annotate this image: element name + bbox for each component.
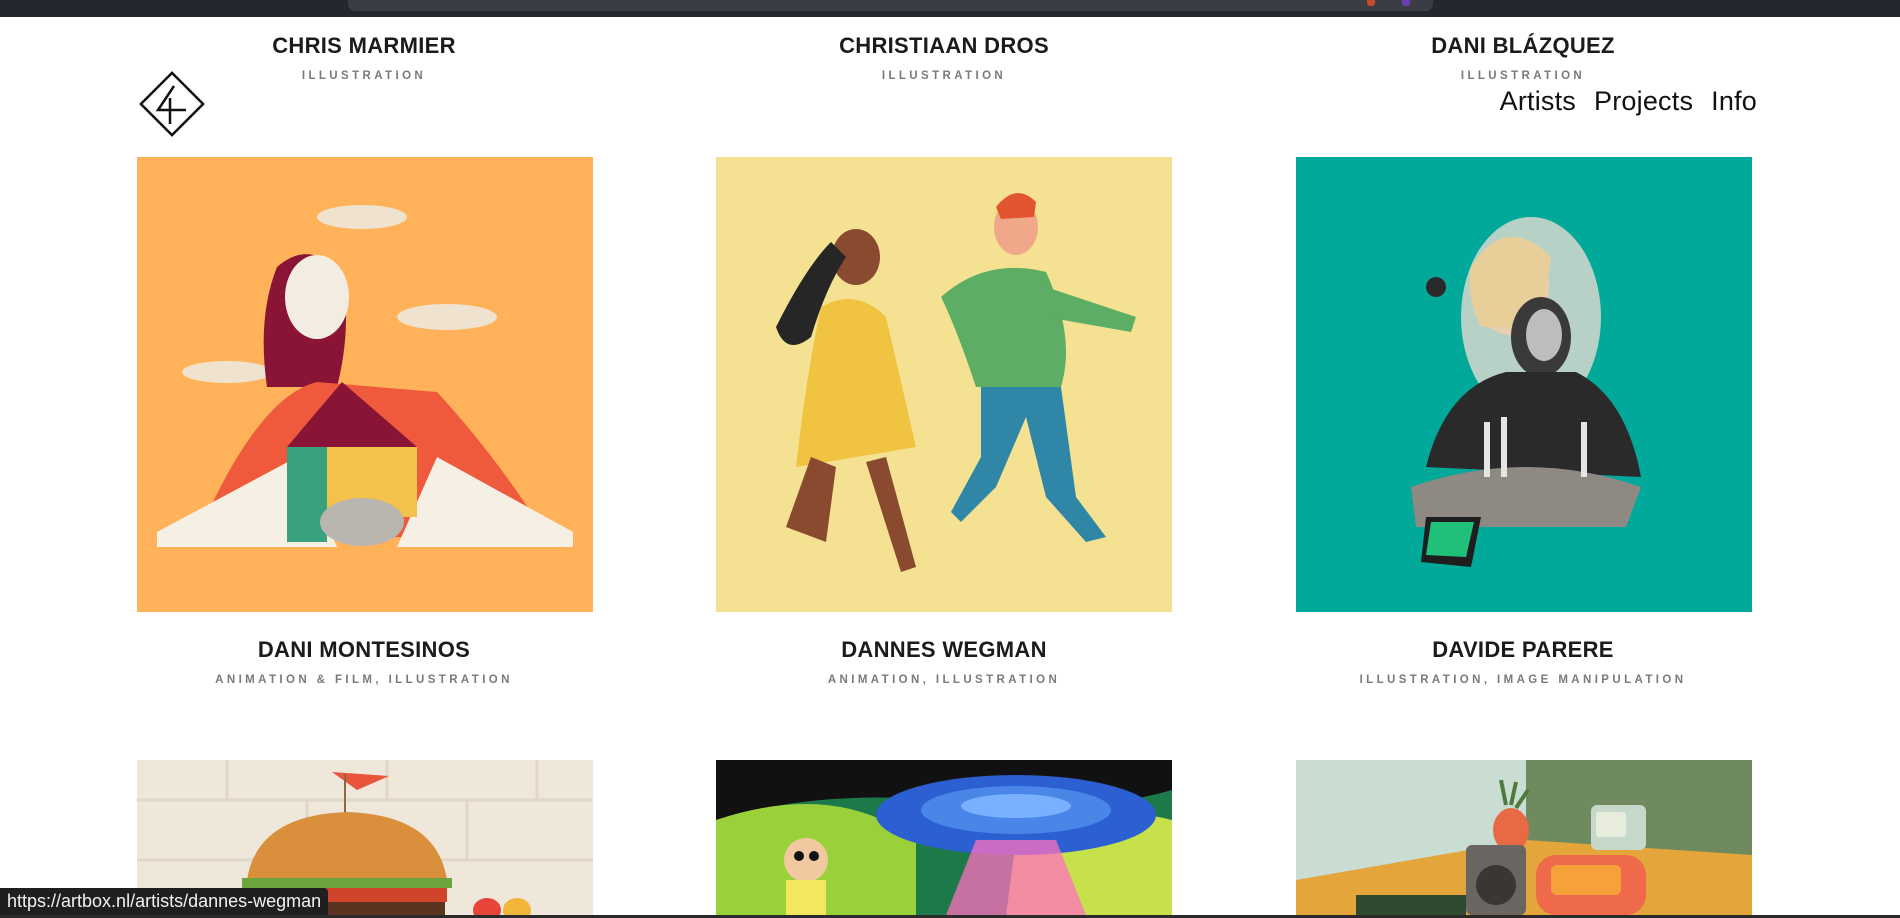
nav-info[interactable]: Info [1711,86,1757,117]
illustration-radio-room [1296,760,1752,915]
address-bar[interactable] [348,0,1433,11]
artist-caption[interactable]: DAVIDE PARERE ILLUSTRATION, IMAGE MANIPU… [1295,637,1751,686]
artist-disciplines: ILLUSTRATION [881,70,1007,82]
artist-caption[interactable]: DANI MONTESINOS ANIMATION & FILM, ILLUST… [136,637,592,686]
browser-top-bar [0,0,1900,17]
artist-name[interactable]: DAVIDE PARERE [1295,637,1751,663]
extension-icon[interactable] [1402,0,1410,6]
link-status-bar: https://artbox.nl/artists/dannes-wegman [0,888,329,915]
illustration-woman-with-house [137,157,593,612]
illustration-ufo [716,760,1172,915]
artist-name[interactable]: DANI MONTESINOS [136,637,592,663]
extension-icon[interactable] [1367,0,1375,6]
nav-artists[interactable]: Artists [1500,86,1576,117]
artist-artwork-next-3[interactable] [1296,760,1752,915]
nav-projects[interactable]: Projects [1594,86,1693,117]
artist-caption[interactable]: DANNES WEGMAN ANIMATION, ILLUSTRATION [716,637,1172,686]
artist-disciplines: ANIMATION & FILM, ILLUSTRATION [215,674,513,686]
artist-artwork-next-2[interactable] [716,760,1172,915]
artist-disciplines: ILLUSTRATION, IMAGE MANIPULATION [1359,674,1687,686]
artist-caption[interactable]: DANI BLÁZQUEZ ILLUSTRATION [1295,33,1751,82]
artist-name[interactable]: DANI BLÁZQUEZ [1295,33,1751,59]
artist-name[interactable]: CHRIS MARMIER [136,33,592,59]
illustration-collage-portrait [1296,157,1752,612]
artbox-logo-icon[interactable] [136,68,208,140]
artist-caption[interactable]: CHRISTIAAN DROS ILLUSTRATION [716,33,1172,82]
artist-artwork-dani-montesinos[interactable] [137,157,593,612]
main-nav: Artists Projects Info [1500,86,1757,117]
illustration-couple-running [716,157,1172,612]
artist-disciplines: ILLUSTRATION [1460,70,1586,82]
artist-artwork-dannes-wegman[interactable] [716,157,1172,612]
artist-name[interactable]: DANNES WEGMAN [716,637,1172,663]
artist-disciplines: ANIMATION, ILLUSTRATION [827,674,1061,686]
artist-name[interactable]: CHRISTIAAN DROS [716,33,1172,59]
artist-artwork-davide-parere[interactable] [1296,157,1752,612]
